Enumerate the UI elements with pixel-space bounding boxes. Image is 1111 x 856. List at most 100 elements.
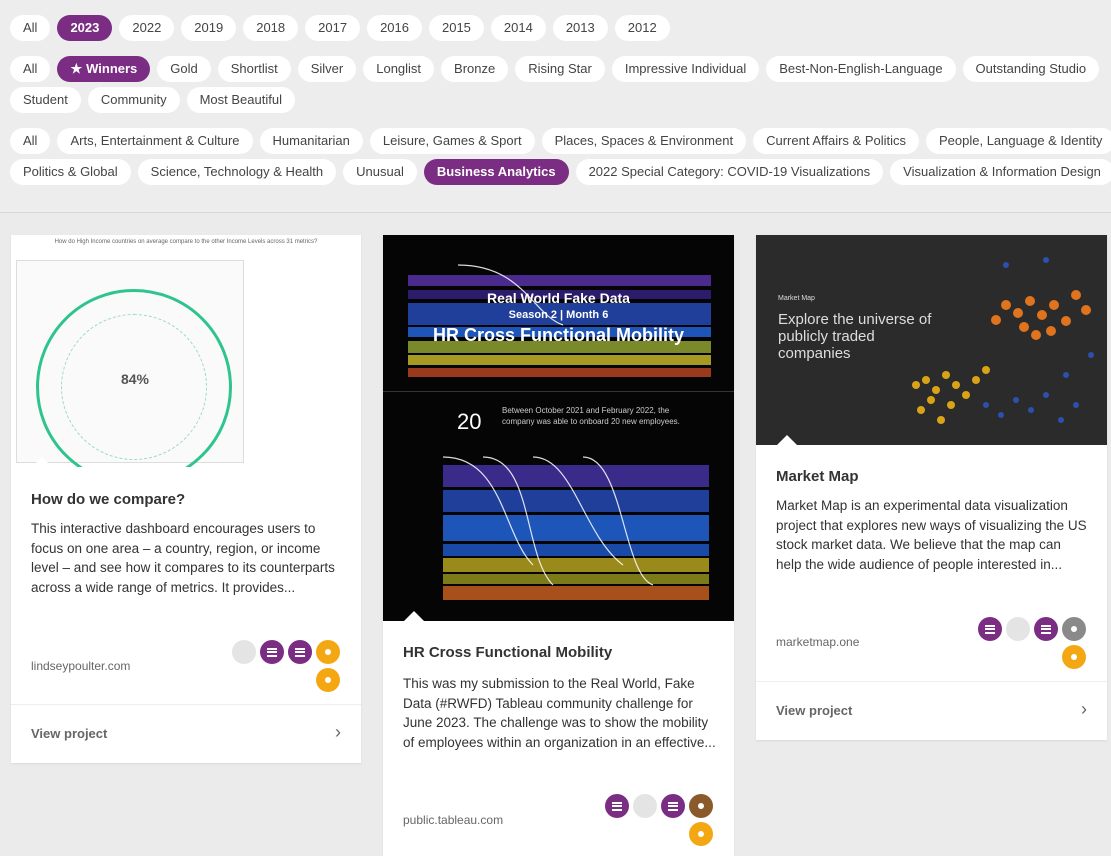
category-filter-leisure-games-sport[interactable]: Leisure, Games & Sport (369, 128, 535, 154)
category-filter-arts-entertainment-culture[interactable]: Arts, Entertainment & Culture (57, 128, 253, 154)
list-badge-icon (260, 640, 284, 664)
award-filter-best-non-english-language[interactable]: Best-Non-English-Language (766, 56, 956, 82)
pill-label: Places, Spaces & Environment (554, 133, 734, 148)
pill-label: 2015 (441, 20, 471, 35)
year-filter-2014[interactable]: 2014 (490, 15, 546, 41)
empty-badge-icon (232, 640, 256, 664)
category-filter-row-2: Politics & Global Science, Technology & H… (10, 159, 1111, 185)
project-card[interactable]: How do High Income countries on average … (11, 235, 361, 763)
award-filter-outstanding-studio[interactable]: Outstanding Studio (962, 56, 1100, 82)
list-badge-icon (605, 794, 629, 818)
chevron-right-icon[interactable]: › (1081, 699, 1087, 720)
year-filter-row: All 2023 2022 2019 2018 2017 2016 2015 2014 2013 2… (10, 15, 1101, 41)
pill-label: All (23, 20, 38, 35)
year-filter-2016[interactable]: 2016 (367, 15, 422, 41)
chevron-right-icon[interactable]: › (335, 722, 341, 743)
gold-medal-icon (316, 668, 340, 692)
award-filter-rising-star[interactable]: Rising Star (515, 56, 605, 82)
year-filter-2018[interactable]: 2018 (243, 15, 299, 41)
award-filter-longlist[interactable]: Longlist (363, 56, 435, 82)
radial-inner-ring (61, 314, 207, 460)
card-source: lindseypoulter.com (31, 659, 131, 673)
award-filter-silver[interactable]: Silver (297, 56, 357, 82)
thumbnail-header: How do High Income countries on average … (54, 239, 318, 245)
view-project-link[interactable]: View project (31, 726, 107, 741)
pill-label: 2016 (380, 20, 409, 35)
pill-label: Unusual (356, 164, 404, 179)
award-filter-winners[interactable]: ★ Winners (57, 56, 151, 82)
list-badge-icon (1034, 617, 1058, 641)
award-filter-bronze[interactable]: Bronze (441, 56, 509, 82)
blue-cluster (983, 257, 1094, 423)
dgray-medal-icon (1062, 617, 1086, 641)
award-filter-gold[interactable]: Gold (157, 56, 211, 82)
year-filter-2022[interactable]: 2022 (119, 15, 175, 41)
bottom-flow-bands (443, 465, 709, 600)
pill-label: Community (100, 92, 167, 107)
category-filter-politics-global[interactable]: Politics & Global (10, 159, 131, 185)
project-thumbnail[interactable]: Real World Fake Data Season 2 | Month 6 … (383, 235, 734, 621)
gold-medal-icon (1062, 645, 1086, 669)
pill-label: 2018 (256, 20, 286, 35)
project-thumbnail[interactable]: How do High Income countries on average … (11, 235, 361, 467)
card-divider (11, 704, 361, 705)
thumbnail-number: 20 (457, 409, 482, 434)
award-badges (230, 640, 340, 692)
thumbnail-percentage: 84% (120, 371, 150, 387)
card-description: This interactive dashboard encourages us… (31, 521, 335, 595)
category-filter-humanitarian[interactable]: Humanitarian (259, 128, 363, 154)
category-filter-visualization-information-design[interactable]: Visualization & Information Design (890, 159, 1111, 185)
view-project-link[interactable]: View project (776, 703, 852, 718)
pill-label: 2023 (70, 20, 100, 35)
pill-label: Current Affairs & Politics (766, 133, 906, 148)
pill-label: 2022 Special Category: COVID-19 Visualiz… (588, 164, 871, 179)
card-title[interactable]: HR Cross Functional Mobility (403, 644, 612, 661)
pill-label: Silver (310, 61, 344, 76)
card-title[interactable]: How do we compare? (31, 491, 185, 508)
category-filter-business-analytics[interactable]: Business Analytics (423, 159, 569, 185)
category-filter-unusual[interactable]: Unusual (343, 159, 417, 185)
bronze-medal-icon (689, 794, 713, 818)
thumbnail-heading: Explore the universe of publicly traded … (778, 311, 932, 362)
year-filter-2017[interactable]: 2017 (305, 15, 361, 41)
year-filter-2013[interactable]: 2013 (552, 15, 608, 41)
card-title[interactable]: Market Map (776, 468, 859, 485)
year-filter-2023[interactable]: 2023 (57, 15, 113, 41)
project-thumbnail[interactable]: Market Map Explore the universe of publi… (756, 235, 1107, 445)
pill-label: All (23, 133, 38, 148)
category-filter-science-technology-health[interactable]: Science, Technology & Health (137, 159, 337, 185)
gold-medal-icon (689, 822, 713, 846)
category-filter-current-affairs-politics[interactable]: Current Affairs & Politics (753, 128, 919, 154)
thumbnail-notch (31, 457, 53, 467)
list-badge-icon (661, 794, 685, 818)
award-filter-student[interactable]: Student (10, 87, 81, 113)
year-filter-2012[interactable]: 2012 (614, 15, 670, 41)
award-filter-most-beautiful[interactable]: Most Beautiful (186, 87, 295, 113)
pill-label: 2014 (503, 20, 533, 35)
pill-label: Best-Non-English-Language (779, 61, 943, 76)
award-filter-impressive-individual[interactable]: Impressive Individual (611, 56, 760, 82)
year-filter-2015[interactable]: 2015 (428, 15, 484, 41)
award-filter-community[interactable]: Community (87, 87, 180, 113)
award-filter-all[interactable]: All (10, 56, 51, 82)
award-badges (603, 794, 713, 846)
pill-label: Longlist (376, 61, 422, 76)
year-filter-2019[interactable]: 2019 (181, 15, 237, 41)
dashboard-sidebar (243, 260, 356, 463)
orange-cluster (991, 290, 1091, 340)
pill-label: All (23, 61, 38, 76)
category-filter-people-language-identity[interactable]: People, Language & Identity (926, 128, 1111, 154)
project-card[interactable]: Real World Fake Data Season 2 | Month 6 … (383, 235, 734, 856)
gold-medal-icon (316, 640, 340, 664)
category-filter-2022-special-category-covid-19-visualizations[interactable]: 2022 Special Category: COVID-19 Visualiz… (575, 159, 884, 185)
thumbnail-line-3: HR Cross Functional Mobility (432, 325, 684, 345)
thumbnail-line-2: Season 2 | Month 6 (508, 309, 609, 321)
year-filter-all[interactable]: All (10, 15, 51, 41)
project-card[interactable]: Market Map Explore the universe of publi… (756, 235, 1107, 740)
category-filter-places-spaces-environment[interactable]: Places, Spaces & Environment (541, 128, 747, 154)
thumbnail-notch (776, 435, 798, 445)
empty-badge-icon (633, 794, 657, 818)
award-filter-shortlist[interactable]: Shortlist (217, 56, 291, 82)
pill-label: 2022 (132, 20, 162, 35)
category-filter-all[interactable]: All (10, 128, 51, 154)
